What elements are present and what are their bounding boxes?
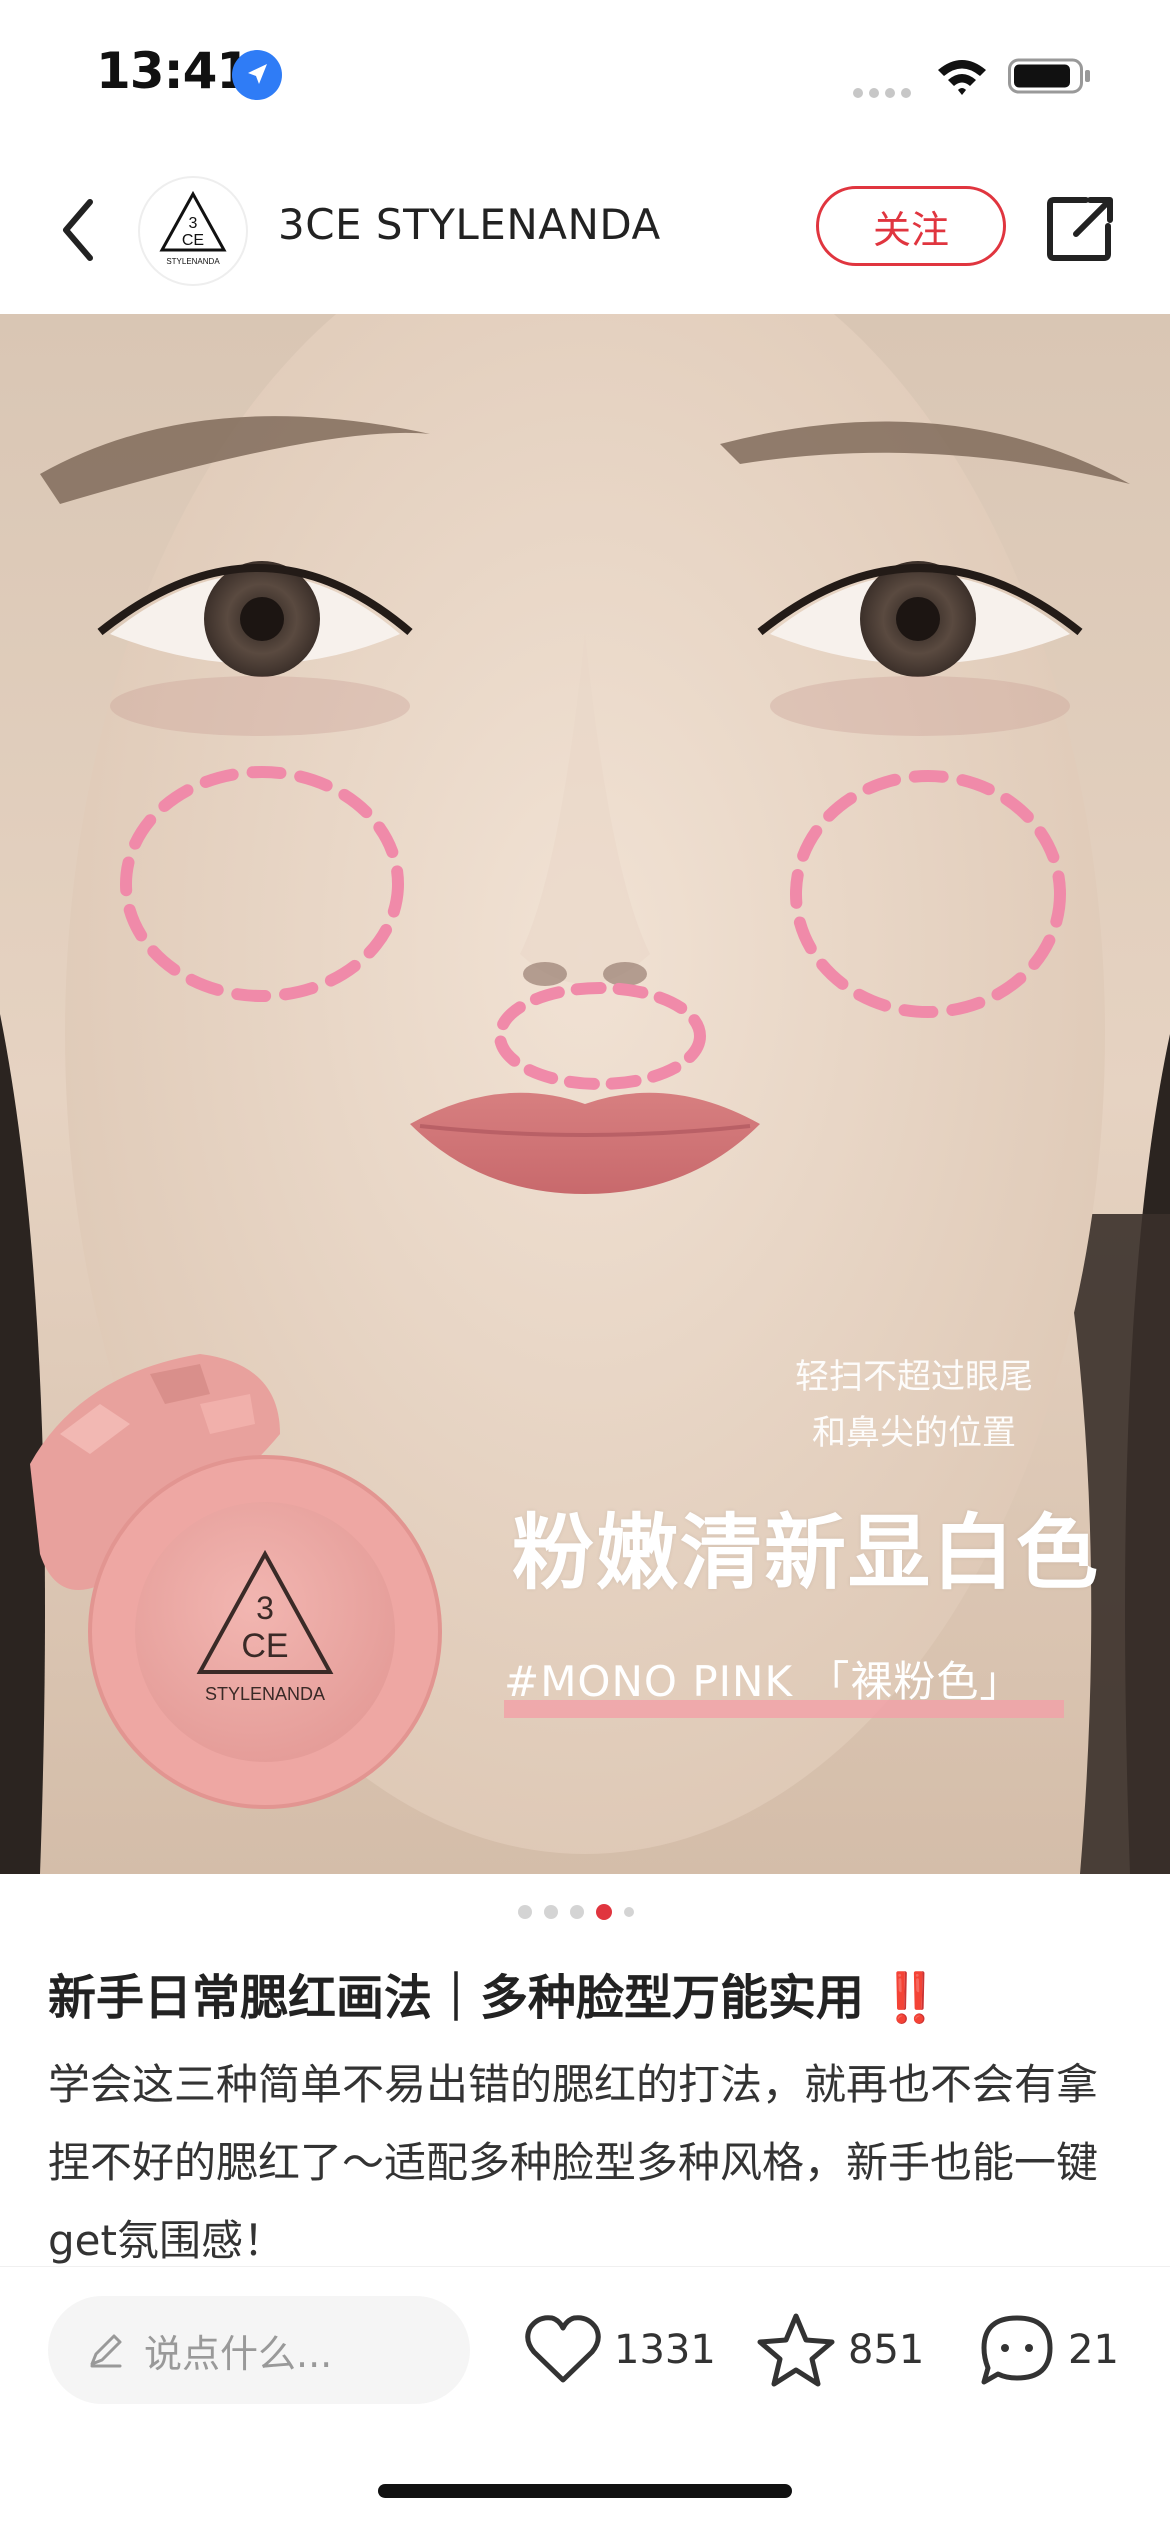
back-button[interactable] bbox=[48, 190, 108, 270]
double-exclamation-icon: ‼️ bbox=[880, 1970, 941, 2026]
shade-title: 粉嫩清新显白色 bbox=[512, 1506, 1101, 1601]
compact-logo-brand: STYLENANDA bbox=[205, 1684, 325, 1704]
post-body: 学会这三种简单不易出错的腮红的打法，就再也不会有拿捏不好的腮红了～适配多种脸型多… bbox=[48, 2060, 1099, 2265]
cheek-tip-text: 轻扫不超过眼尾 和鼻尖的位置 bbox=[795, 1357, 1033, 1453]
post-title-text: 新手日常腮红画法｜多种脸型万能实用 bbox=[48, 1970, 865, 2026]
svg-text:CE: CE bbox=[182, 232, 204, 249]
favorite-button[interactable]: 851 bbox=[756, 2310, 924, 2390]
star-icon bbox=[757, 2313, 835, 2387]
face-photo: 3 CE STYLENANDA bbox=[0, 314, 1170, 1874]
svg-text:STYLENANDA: STYLENANDA bbox=[166, 257, 220, 266]
carousel-dot-active bbox=[596, 1904, 612, 1920]
carousel-dot bbox=[544, 1905, 558, 1919]
follow-button[interactable]: 关注 bbox=[816, 186, 1006, 266]
wifi-icon bbox=[938, 60, 986, 95]
brand-name[interactable]: 3CE STYLENANDA bbox=[278, 200, 661, 249]
location-arrow-icon bbox=[232, 50, 282, 100]
like-count: 1331 bbox=[614, 2327, 716, 2373]
favorite-count: 851 bbox=[848, 2327, 925, 2373]
compact-logo-3: 3 bbox=[256, 1590, 274, 1626]
share-icon[interactable] bbox=[1046, 192, 1118, 264]
comment-count: 21 bbox=[1068, 2327, 1119, 2373]
carousel-dot bbox=[518, 1905, 532, 1919]
shade-tag-text: #MONO PINK 「裸粉色」 bbox=[504, 1657, 1023, 1706]
post-image[interactable]: 3 CE STYLENANDA 轻扫不超过眼尾 和鼻尖的位置 bbox=[0, 314, 1170, 1874]
post-title: 新手日常腮红画法｜多种脸型万能实用 ‼️ bbox=[48, 1958, 941, 2028]
battery-icon bbox=[1008, 58, 1090, 94]
comment-placeholder: 说点什么... bbox=[144, 2331, 333, 2376]
chevron-left-icon bbox=[63, 199, 93, 261]
like-button[interactable]: 1331 bbox=[524, 2310, 716, 2390]
3ce-logo-icon: 3 CE STYLENANDA bbox=[159, 190, 227, 266]
svg-text:3: 3 bbox=[189, 215, 198, 232]
cellular-signal-icon bbox=[853, 88, 911, 98]
comment-input[interactable]: 说点什么... bbox=[48, 2296, 470, 2404]
compact-logo-ce: CE bbox=[241, 1627, 288, 1665]
brand-avatar[interactable]: 3 CE STYLENANDA bbox=[138, 176, 248, 286]
shade-tag: #MONO PINK 「裸粉色」 bbox=[504, 1648, 1064, 1718]
home-indicator bbox=[378, 2484, 792, 2498]
comment-bubble-icon bbox=[981, 2315, 1053, 2385]
heart-icon bbox=[525, 2315, 601, 2383]
carousel-dot bbox=[570, 1905, 584, 1919]
pencil-icon bbox=[90, 2334, 122, 2368]
status-time: 13:41 bbox=[96, 42, 251, 100]
comment-button[interactable]: 21 bbox=[978, 2310, 1119, 2390]
carousel-indicator bbox=[518, 1904, 634, 1920]
carousel-dot bbox=[624, 1907, 634, 1917]
